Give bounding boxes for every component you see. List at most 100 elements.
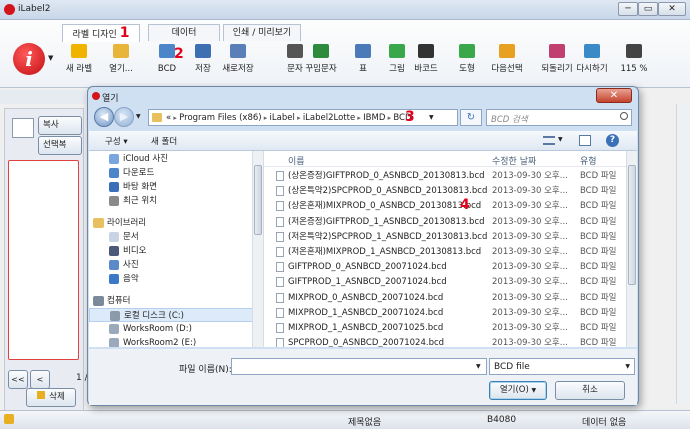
- logo-menu-arrow-icon[interactable]: ▼: [48, 54, 53, 62]
- open-dialog: 열기 ✕ ◀ ▶ ▼ « ▸ Program Files (x86) ▸ iLa…: [87, 86, 639, 406]
- preview-pane-icon[interactable]: [579, 135, 591, 146]
- file-type: BCD 파일: [580, 201, 617, 212]
- nav-scrollbar[interactable]: [252, 151, 263, 347]
- layout-icon[interactable]: [12, 118, 34, 138]
- new-label-button[interactable]: 새 라벨: [58, 44, 100, 74]
- right-scrollbar[interactable]: [676, 104, 688, 404]
- view-dropdown-icon[interactable]: ▼: [558, 136, 563, 143]
- nav-item[interactable]: 컴퓨터: [89, 294, 253, 308]
- nav-list: iCloud 사진 다운로드 바탕 화면 최근 위치라이브러리 문서 비디오 사진 음악컴퓨터…: [89, 151, 253, 347]
- file-list-scrollbar[interactable]: [626, 151, 637, 347]
- file-icon: [276, 262, 284, 273]
- address-dropdown-icon[interactable]: ▼: [429, 114, 434, 121]
- file-row[interactable]: MIXPROD_1_ASNBCD_20071025.bcd 2013-09-30 …: [264, 321, 624, 335]
- open-button[interactable]: 열기(O) ▼: [489, 381, 547, 400]
- file-row[interactable]: MIXPROD_1_ASNBCD_20071024.bcd 2013-09-30 …: [264, 306, 624, 320]
- filetype-select[interactable]: BCD file ▼: [489, 358, 635, 375]
- select-copy-button[interactable]: 선택복: [38, 136, 82, 155]
- file-name: GIFTPROD_0_ASNBCD_20071024.bcd: [288, 262, 447, 273]
- filename-dropdown-icon[interactable]: ▼: [476, 363, 481, 370]
- file-icon: [276, 216, 284, 227]
- nav-item[interactable]: 로컬 디스크 (C:): [89, 308, 253, 322]
- tab-print-preview[interactable]: 인쇄 / 미리보기: [223, 24, 301, 41]
- nav-scroll-thumb[interactable]: [254, 165, 262, 235]
- breadcrumb-item[interactable]: IBMD: [363, 113, 385, 123]
- close-button[interactable]: ✕: [658, 2, 686, 16]
- status-title: 제목없음: [348, 418, 382, 428]
- redo-icon: [584, 44, 600, 58]
- location-icon: [110, 311, 120, 321]
- location-icon: [109, 246, 119, 256]
- nav-item[interactable]: 최근 위치: [89, 194, 253, 208]
- zoom-button[interactable]: 115 %: [613, 44, 655, 74]
- column-date[interactable]: 수정한 날짜: [492, 154, 536, 167]
- shape-button[interactable]: 도형: [446, 44, 488, 74]
- tab-label-design[interactable]: 라벨 디자인 1: [62, 24, 140, 42]
- file-row[interactable]: (상온특약2)SPCPROD_0_ASNBCD_20130813.bcd 2013…: [264, 184, 624, 198]
- nav-item[interactable]: WorksRoom2 (E:): [89, 336, 253, 347]
- tab-data[interactable]: 데이터: [148, 24, 220, 41]
- dialog-close-button[interactable]: ✕: [596, 88, 632, 103]
- file-scroll-thumb[interactable]: [628, 165, 636, 285]
- file-row[interactable]: SPCPROD_0_ASNBCD_20071024.bcd 2013-09-30 …: [264, 336, 624, 347]
- new-folder-button[interactable]: 새 폴더: [151, 135, 177, 147]
- decorated-text-button[interactable]: 꾸밈문자: [300, 44, 342, 74]
- app-logo[interactable]: i: [13, 43, 45, 75]
- file-row[interactable]: (상온혼재)MIXPROD_0_ASNBCD_20130813.bcd 2013-…: [264, 199, 624, 213]
- breadcrumb-separator-icon[interactable]: ▸: [295, 114, 303, 122]
- page-indicator: 1 /: [76, 373, 88, 383]
- first-page-button[interactable]: <<: [8, 370, 28, 389]
- label-thumbnail[interactable]: [8, 160, 79, 360]
- breadcrumb-item[interactable]: iLabel2Lotte: [303, 113, 355, 123]
- organize-button[interactable]: 구성 ▾: [105, 135, 128, 147]
- help-icon[interactable]: ?: [606, 134, 619, 147]
- recent-dropdown-icon[interactable]: ▼: [136, 113, 141, 120]
- file-row[interactable]: (저온특약2)SPCPROD_1_ASNBCD_20130813.bcd 2013…: [264, 230, 624, 244]
- save-as-button[interactable]: 새로저장: [217, 44, 259, 74]
- delete-button[interactable]: 삭제: [26, 388, 76, 407]
- nav-item[interactable]: 비디오: [89, 244, 253, 258]
- column-header: 이름 수정한 날짜 유형: [264, 151, 626, 167]
- filename-input[interactable]: [231, 358, 487, 375]
- search-input[interactable]: BCD 검색: [486, 109, 632, 126]
- nav-item[interactable]: 사진: [89, 258, 253, 272]
- open-button[interactable]: 열기...: [100, 44, 142, 74]
- next-select-button[interactable]: 다음선택: [486, 44, 528, 74]
- minimize-button[interactable]: ─: [618, 2, 638, 16]
- file-row[interactable]: MIXPROD_0_ASNBCD_20071024.bcd 2013-09-30 …: [264, 291, 624, 305]
- file-name: (저온특약2)SPCPROD_1_ASNBCD_20130813.bcd: [288, 231, 488, 242]
- dialog-app-icon: [92, 92, 100, 100]
- column-name[interactable]: 이름: [288, 154, 305, 167]
- nav-item[interactable]: 문서: [89, 230, 253, 244]
- nav-item[interactable]: 다운로드: [89, 166, 253, 180]
- back-button[interactable]: ◀: [94, 107, 114, 127]
- prev-page-button[interactable]: <: [30, 370, 50, 389]
- breadcrumb-separator-icon[interactable]: ▸: [262, 114, 270, 122]
- column-type[interactable]: 유형: [580, 154, 597, 167]
- status-size: B4080: [487, 415, 517, 425]
- breadcrumb-item[interactable]: iLabel: [270, 113, 295, 123]
- file-row[interactable]: GIFTPROD_1_ASNBCD_20071024.bcd 2013-09-30…: [264, 275, 624, 289]
- copy-button[interactable]: 복사: [38, 116, 82, 135]
- address-bar[interactable]: « ▸ Program Files (x86) ▸ iLabel ▸ iLabe…: [148, 109, 458, 126]
- barcode-button[interactable]: 바코드: [405, 44, 447, 74]
- restore-button[interactable]: ▭: [638, 2, 658, 16]
- nav-item[interactable]: 라이브러리: [89, 216, 253, 230]
- nav-item[interactable]: iCloud 사진: [89, 152, 253, 166]
- nav-gap: [89, 208, 253, 216]
- breadcrumb-item[interactable]: Program Files (x86): [179, 113, 261, 123]
- file-row[interactable]: (상온증정)GIFTPROD_0_ASNBCD_20130813.bcd 2013…: [264, 169, 624, 183]
- cancel-button[interactable]: 취소: [555, 381, 625, 400]
- refresh-icon[interactable]: ↻: [460, 109, 482, 126]
- redo-button[interactable]: 다시하기: [571, 44, 613, 74]
- file-row[interactable]: GIFTPROD_0_ASNBCD_20071024.bcd 2013-09-30…: [264, 260, 624, 274]
- nav-item[interactable]: WorksRoom (D:): [89, 322, 253, 336]
- breadcrumb-separator-icon[interactable]: ▸: [355, 114, 363, 122]
- nav-item[interactable]: 음악: [89, 272, 253, 286]
- file-row[interactable]: (저온증정)GIFTPROD_1_ASNBCD_20130813.bcd 2013…: [264, 215, 624, 229]
- view-options-icon[interactable]: [543, 136, 555, 145]
- nav-item[interactable]: 바탕 화면: [89, 180, 253, 194]
- forward-button[interactable]: ▶: [114, 107, 134, 127]
- file-row[interactable]: (저온혼재)MIXPROD_1_ASNBCD_20130813.bcd 2013-…: [264, 245, 624, 259]
- breadcrumb-separator-icon[interactable]: ▸: [171, 114, 179, 122]
